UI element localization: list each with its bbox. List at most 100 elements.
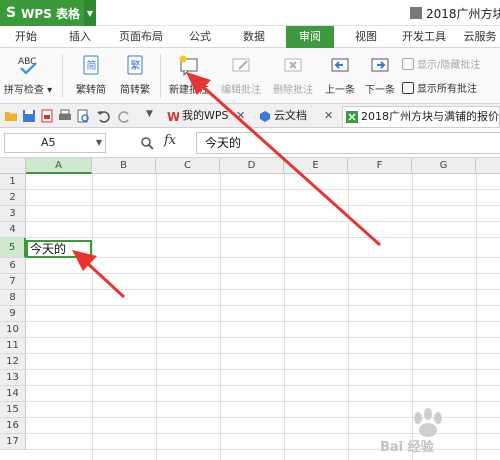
gridline (26, 321, 500, 322)
svg-text:W: W (167, 110, 179, 122)
gridline (26, 289, 500, 290)
edit-comment-label: 编辑批注 (221, 85, 261, 96)
cloud-doc-icon (260, 111, 270, 122)
gridline (26, 237, 500, 238)
doc-tab-spreadsheet[interactable]: 2018广州方块与满铺的报价单 (342, 106, 500, 127)
row-header[interactable]: 17 (0, 434, 26, 450)
undo-icon[interactable] (96, 109, 110, 123)
column-header-g[interactable]: G (412, 158, 476, 174)
trad-to-simp-button[interactable]: 简 繁转简 (68, 52, 114, 100)
spell-check-button[interactable]: ABC 拼写检查 ▾ (2, 52, 54, 100)
row-header[interactable]: 4 (0, 222, 26, 238)
edit-comment-button[interactable]: 编辑批注 (216, 52, 266, 100)
fill-handle[interactable] (89, 255, 94, 260)
previous-comment-label: 上一条 (325, 85, 355, 96)
column-header-d[interactable]: D (220, 158, 284, 174)
previous-comment-icon (329, 54, 351, 76)
tab-data[interactable]: 数据 (232, 26, 276, 48)
doc-tab-label: 2018广州方块与满铺的报价单 (361, 110, 500, 123)
doc-tab-label: 云文档 (274, 109, 307, 122)
simp-to-trad-button[interactable]: 繁 简转繁 (112, 52, 158, 100)
ribbon-separator (62, 54, 63, 98)
print-preview-icon[interactable] (76, 109, 90, 123)
row-header[interactable]: 15 (0, 402, 26, 418)
close-icon[interactable]: ✕ (324, 106, 333, 126)
toolbar-more-dropdown-icon[interactable]: ▼ (146, 109, 153, 119)
row-header[interactable]: 12 (0, 354, 26, 370)
gridline (26, 257, 500, 258)
svg-text:繁: 繁 (131, 59, 141, 72)
column-header-e[interactable]: E (284, 158, 348, 174)
print-icon[interactable] (58, 109, 72, 123)
row-header[interactable]: 2 (0, 190, 26, 206)
doc-tab-my-wps[interactable]: W 我的WPS ✕ (164, 106, 258, 127)
zoom-icon[interactable] (140, 136, 154, 150)
column-header-c[interactable]: C (156, 158, 220, 174)
review-ribbon: ABC 拼写检查 ▾ 简 繁转简 繁 简转繁 新建批注 编辑批注 删除批注 上一… (0, 48, 500, 104)
column-header-a[interactable]: A (26, 158, 92, 174)
tab-formulas[interactable]: 公式 (178, 26, 222, 48)
show-all-comments-button[interactable]: 显示所有批注 (402, 80, 477, 95)
spell-check-label: 拼写检查 (3, 85, 44, 96)
doc-tab-cloud-docs[interactable]: 云文档 ✕ (256, 106, 340, 127)
close-icon[interactable]: ✕ (236, 106, 245, 126)
ribbon-separator (160, 54, 161, 98)
delete-comment-icon (282, 54, 304, 76)
previous-comment-button[interactable]: 上一条 (320, 52, 360, 100)
export-pdf-icon[interactable] (40, 109, 54, 123)
new-comment-button[interactable]: 新建批注 (164, 52, 214, 100)
wps-w-icon: W (167, 110, 179, 122)
gridline (26, 369, 500, 370)
formula-input[interactable]: 今天的 (196, 132, 500, 154)
row-header[interactable]: 9 (0, 306, 26, 322)
row-header[interactable]: 11 (0, 338, 26, 354)
name-box-value: A5 (41, 136, 56, 149)
next-comment-icon (369, 54, 391, 76)
row-header[interactable]: 10 (0, 322, 26, 338)
gridline (26, 337, 500, 338)
row-header[interactable]: 7 (0, 274, 26, 290)
gridline (26, 305, 500, 306)
row-header-selected[interactable]: 5 (0, 238, 26, 258)
tab-cloud-service[interactable]: 云服务 (458, 26, 500, 48)
select-all-corner[interactable] (0, 158, 26, 174)
document-icon (410, 7, 422, 19)
row-header[interactable]: 8 (0, 290, 26, 306)
row-header[interactable]: 1 (0, 174, 26, 190)
next-comment-button[interactable]: 下一条 (360, 52, 400, 100)
name-box-dropdown-icon[interactable]: ▼ (96, 134, 102, 152)
function-icon[interactable]: fx (164, 133, 176, 148)
column-header-b[interactable]: B (92, 158, 156, 174)
tab-start[interactable]: 开始 (4, 26, 48, 48)
delete-comment-button[interactable]: 删除批注 (268, 52, 318, 100)
tab-page-layout[interactable]: 页面布局 (112, 26, 170, 48)
active-cell-a5[interactable]: 今天的 (26, 240, 94, 260)
trad-to-simp-label: 繁转简 (76, 85, 106, 96)
row-header[interactable]: 3 (0, 206, 26, 222)
gridline (26, 385, 500, 386)
spell-check-icon: ABC (17, 54, 39, 76)
wps-logo-icon: S (6, 5, 17, 21)
open-folder-icon[interactable] (4, 109, 18, 123)
tab-review[interactable]: 审阅 (286, 26, 334, 48)
tab-developer[interactable]: 开发工具 (396, 26, 452, 48)
wps-app-menu-button[interactable]: S WPS 表格 (0, 0, 84, 26)
tab-view[interactable]: 视图 (344, 26, 388, 48)
delete-comment-label: 删除批注 (273, 85, 313, 96)
new-comment-label: 新建批注 (169, 85, 209, 96)
column-header-f[interactable]: F (348, 158, 412, 174)
gridline (26, 189, 500, 190)
app-menu-dropdown-icon[interactable]: ▼ (84, 0, 96, 26)
name-box[interactable]: A5 ▼ (4, 133, 106, 153)
wps-spreadsheet-window: S WPS 表格 ▼ 2018广州方块与 开始 插入 页面布局 公式 数据 审阅… (0, 0, 500, 460)
tab-insert[interactable]: 插入 (58, 26, 102, 48)
show-all-comments-icon (402, 81, 414, 94)
show-hide-comment-button[interactable]: 显示/隐藏批注 (402, 56, 480, 71)
row-header[interactable]: 16 (0, 418, 26, 434)
save-icon[interactable] (22, 109, 36, 123)
row-header[interactable]: 14 (0, 386, 26, 402)
watermark-text: Bai 经验 (380, 440, 434, 455)
redo-icon[interactable] (118, 109, 132, 123)
row-header[interactable]: 13 (0, 370, 26, 386)
row-header[interactable]: 6 (0, 258, 26, 274)
